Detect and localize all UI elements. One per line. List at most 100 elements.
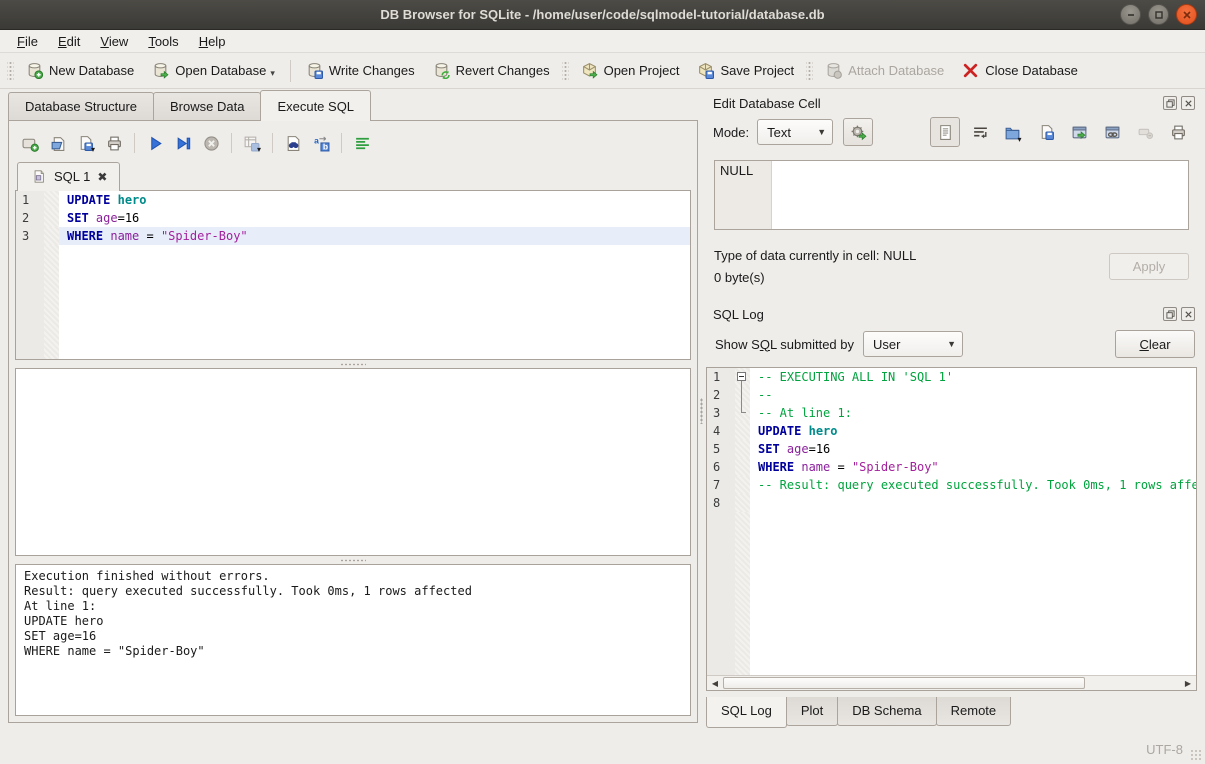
copy-cell-link-button[interactable] — [1099, 119, 1125, 145]
menu-view[interactable]: View — [91, 32, 137, 51]
import-cell-data-button[interactable]: ▾ — [1000, 119, 1026, 145]
menu-edit[interactable]: Edit — [49, 32, 89, 51]
print-cell-button[interactable] — [1165, 119, 1191, 145]
submitted-by-select[interactable]: User ▼ — [863, 331, 963, 357]
text-view-button[interactable] — [930, 117, 960, 147]
execute-all-button[interactable] — [142, 130, 168, 156]
dock-tab-sql-log[interactable]: SQL Log — [706, 697, 787, 728]
new-database-button[interactable]: New Database — [17, 57, 143, 84]
sql-editor[interactable]: 1UPDATE hero2SET age=163WHERE name = "Sp… — [15, 190, 691, 360]
float-panel-icon[interactable] — [1163, 307, 1177, 321]
format-sql-button[interactable] — [349, 130, 375, 156]
open-in-external-icon — [1071, 124, 1088, 141]
revert-changes-button[interactable]: Revert Changes — [424, 57, 559, 84]
apply-button[interactable]: Apply — [1109, 253, 1189, 280]
float-panel-icon[interactable] — [1163, 96, 1177, 110]
execution-log-line: Result: query executed successfully. Too… — [24, 584, 682, 599]
text-view-icon — [937, 124, 954, 141]
chevron-down-icon[interactable]: ▾ — [270, 68, 275, 79]
db-new-icon — [26, 62, 43, 79]
results-pane[interactable] — [15, 368, 691, 556]
save-project-button[interactable]: Save Project — [688, 57, 803, 84]
edit-cell-title: Edit Database Cell — [713, 96, 1159, 111]
auto-switch-mode-button[interactable] — [843, 118, 873, 146]
close-tab-icon[interactable]: ✖ — [97, 170, 107, 184]
menu-tools[interactable]: Tools — [139, 32, 187, 51]
encoding-label: UTF-8 — [1146, 742, 1183, 757]
results-log-splitter[interactable] — [15, 556, 691, 564]
sql-doc-tab[interactable]: SQL 1 ✖ — [17, 162, 120, 191]
toolbar-separator — [290, 60, 291, 82]
cell-editor[interactable]: NULL — [714, 160, 1189, 230]
execution-log[interactable]: Execution finished without errors.Result… — [15, 564, 691, 716]
menu-help[interactable]: Help — [190, 32, 235, 51]
dock-tab-remote[interactable]: Remote — [936, 697, 1012, 726]
scrollbar-thumb[interactable] — [723, 677, 1085, 689]
clear-log-button[interactable]: Clear — [1115, 330, 1195, 358]
open-database-button[interactable]: Open Database▾ — [143, 57, 284, 84]
export-cell-data-button[interactable] — [1033, 119, 1059, 145]
close-button[interactable] — [1176, 4, 1197, 25]
scroll-right-icon[interactable]: ▶ — [1180, 676, 1196, 690]
tab-browse-data[interactable]: Browse Data — [153, 92, 261, 121]
replace-in-sql-icon: ab — [313, 135, 330, 152]
db-write-icon — [306, 62, 323, 79]
export-cell-data-icon — [1038, 124, 1055, 141]
sql-file-icon — [30, 168, 47, 185]
sql-log-filter-row: Show SQL submitted by User ▼ Clear — [706, 325, 1197, 363]
new-sql-tab-button[interactable] — [17, 130, 43, 156]
print-sql-button[interactable] — [101, 130, 127, 156]
word-wrap-icon — [972, 124, 989, 141]
open-in-external-button[interactable] — [1066, 119, 1092, 145]
cell-info-row: Type of data currently in cell: NULL 0 b… — [714, 248, 1189, 285]
execute-all-icon — [147, 135, 164, 152]
menu-file[interactable]: File — [8, 32, 47, 51]
find-in-sql-button[interactable] — [280, 130, 306, 156]
code-line-2: 2-- — [707, 386, 1196, 404]
dock-tab-db-schema[interactable]: DB Schema — [837, 697, 936, 726]
code-line-6: 6WHERE name = "Spider-Boy" — [707, 458, 1196, 476]
mode-select[interactable]: Text ▼ — [757, 119, 833, 145]
close-database-button[interactable]: Close Database — [953, 57, 1087, 84]
execute-current-line-button[interactable] — [170, 130, 196, 156]
sql-doc-tab-label: SQL 1 — [54, 169, 90, 184]
open-sql-file-button[interactable] — [45, 130, 71, 156]
maximize-button[interactable] — [1148, 4, 1169, 25]
log-horizontal-scrollbar[interactable]: ◀ ▶ — [707, 675, 1196, 690]
mode-label: Mode: — [713, 125, 749, 140]
word-wrap-button[interactable] — [967, 119, 993, 145]
save-sql-file-button[interactable]: ▾ — [73, 130, 99, 156]
close-panel-icon[interactable] — [1181, 307, 1195, 321]
stop-execution-button — [198, 130, 224, 156]
proj-open-icon — [581, 62, 598, 79]
code-line-4: 4UPDATE hero — [707, 422, 1196, 440]
tab-execute-sql[interactable]: Execute SQL — [260, 90, 371, 121]
code-line-2: 2SET age=16 — [16, 209, 690, 227]
apply-button-label: Apply — [1133, 259, 1166, 274]
set-cell-null-button — [1132, 119, 1158, 145]
open-project-button[interactable]: Open Project — [572, 57, 689, 84]
main-panel: Database StructureBrowse DataExecute SQL… — [8, 90, 698, 731]
close-panel-icon[interactable] — [1181, 96, 1195, 110]
toolbar-separator — [231, 133, 232, 153]
resize-grip[interactable] — [1190, 749, 1202, 761]
submitted-by-value: User — [873, 337, 933, 352]
tab-database-structure[interactable]: Database Structure — [8, 92, 154, 121]
scroll-left-icon[interactable]: ◀ — [707, 676, 723, 690]
minimize-button[interactable] — [1120, 4, 1141, 25]
scrollbar-track — [1085, 676, 1180, 690]
write-changes-button[interactable]: Write Changes — [297, 57, 424, 84]
filter-label: Show SQL submitted by — [715, 337, 854, 352]
replace-in-sql-button[interactable]: ab — [308, 130, 334, 156]
panel-splitter[interactable] — [698, 90, 706, 731]
code-line-7: 7-- Result: query executed successfully.… — [707, 476, 1196, 494]
code-line-3: 3-- At line 1: — [707, 404, 1196, 422]
dock-tab-plot[interactable]: Plot — [786, 697, 838, 726]
cell-mode-row: Mode: Text ▼ ▾ — [706, 114, 1197, 150]
titlebar: DB Browser for SQLite - /home/user/code/… — [0, 0, 1205, 30]
sql-log-view[interactable]: 1-- EXECUTING ALL IN 'SQL 1'2--3-- At li… — [706, 367, 1197, 691]
editor-results-splitter[interactable] — [15, 360, 691, 368]
sql-log-title: SQL Log — [713, 307, 1159, 322]
code-line-1: 1UPDATE hero — [16, 191, 690, 209]
execution-log-line: UPDATE hero — [24, 614, 682, 629]
